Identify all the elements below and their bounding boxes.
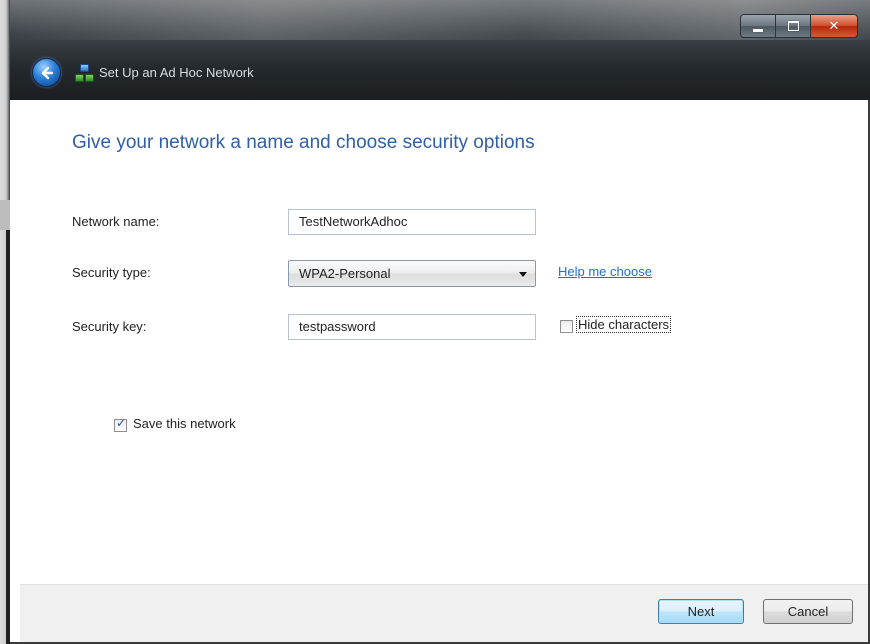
maximize-icon (787, 21, 799, 31)
security-key-label: Security key: (72, 319, 147, 334)
back-arrow-icon (41, 66, 53, 79)
back-button[interactable] (32, 58, 61, 87)
wizard-window: ✕ Set Up an Ad Hoc Network Give your net… (0, 0, 870, 644)
dropdown-arrow-icon (519, 272, 527, 277)
close-icon: ✕ (828, 18, 840, 34)
security-key-input[interactable]: testpassword (288, 314, 536, 340)
page-heading: Give your network a name and choose secu… (72, 132, 535, 153)
network-name-input[interactable]: TestNetworkAdhoc (288, 209, 536, 235)
save-network-checkbox[interactable] (114, 416, 127, 432)
hide-characters-label[interactable]: Hide characters (576, 316, 672, 333)
minimize-icon (753, 28, 763, 32)
security-type-value: WPA2-Personal (299, 266, 391, 281)
minimize-button[interactable] (741, 15, 776, 37)
window-title: Set Up an Ad Hoc Network (99, 65, 254, 80)
next-button[interactable]: Next (658, 599, 744, 624)
maximize-button[interactable] (776, 15, 811, 37)
hide-characters-checkbox[interactable] (560, 320, 573, 333)
network-name-label: Network name: (72, 214, 160, 229)
nav-row: Set Up an Ad Hoc Network (32, 58, 254, 87)
security-type-label: Security type: (72, 265, 151, 280)
security-type-select[interactable]: WPA2-Personal (288, 260, 536, 287)
caption-buttons: ✕ (740, 14, 858, 38)
save-network-label[interactable]: Save this network (133, 416, 236, 431)
desktop-edge (0, 0, 10, 644)
content-area: Give your network a name and choose secu… (20, 100, 870, 544)
network-icon (75, 63, 94, 82)
title-bar[interactable]: ✕ Set Up an Ad Hoc Network (10, 0, 870, 100)
help-me-choose-link[interactable]: Help me choose (558, 264, 652, 279)
close-button[interactable]: ✕ (811, 15, 857, 37)
footer-bar: Next Cancel (20, 584, 870, 644)
cancel-button[interactable]: Cancel (763, 599, 853, 624)
